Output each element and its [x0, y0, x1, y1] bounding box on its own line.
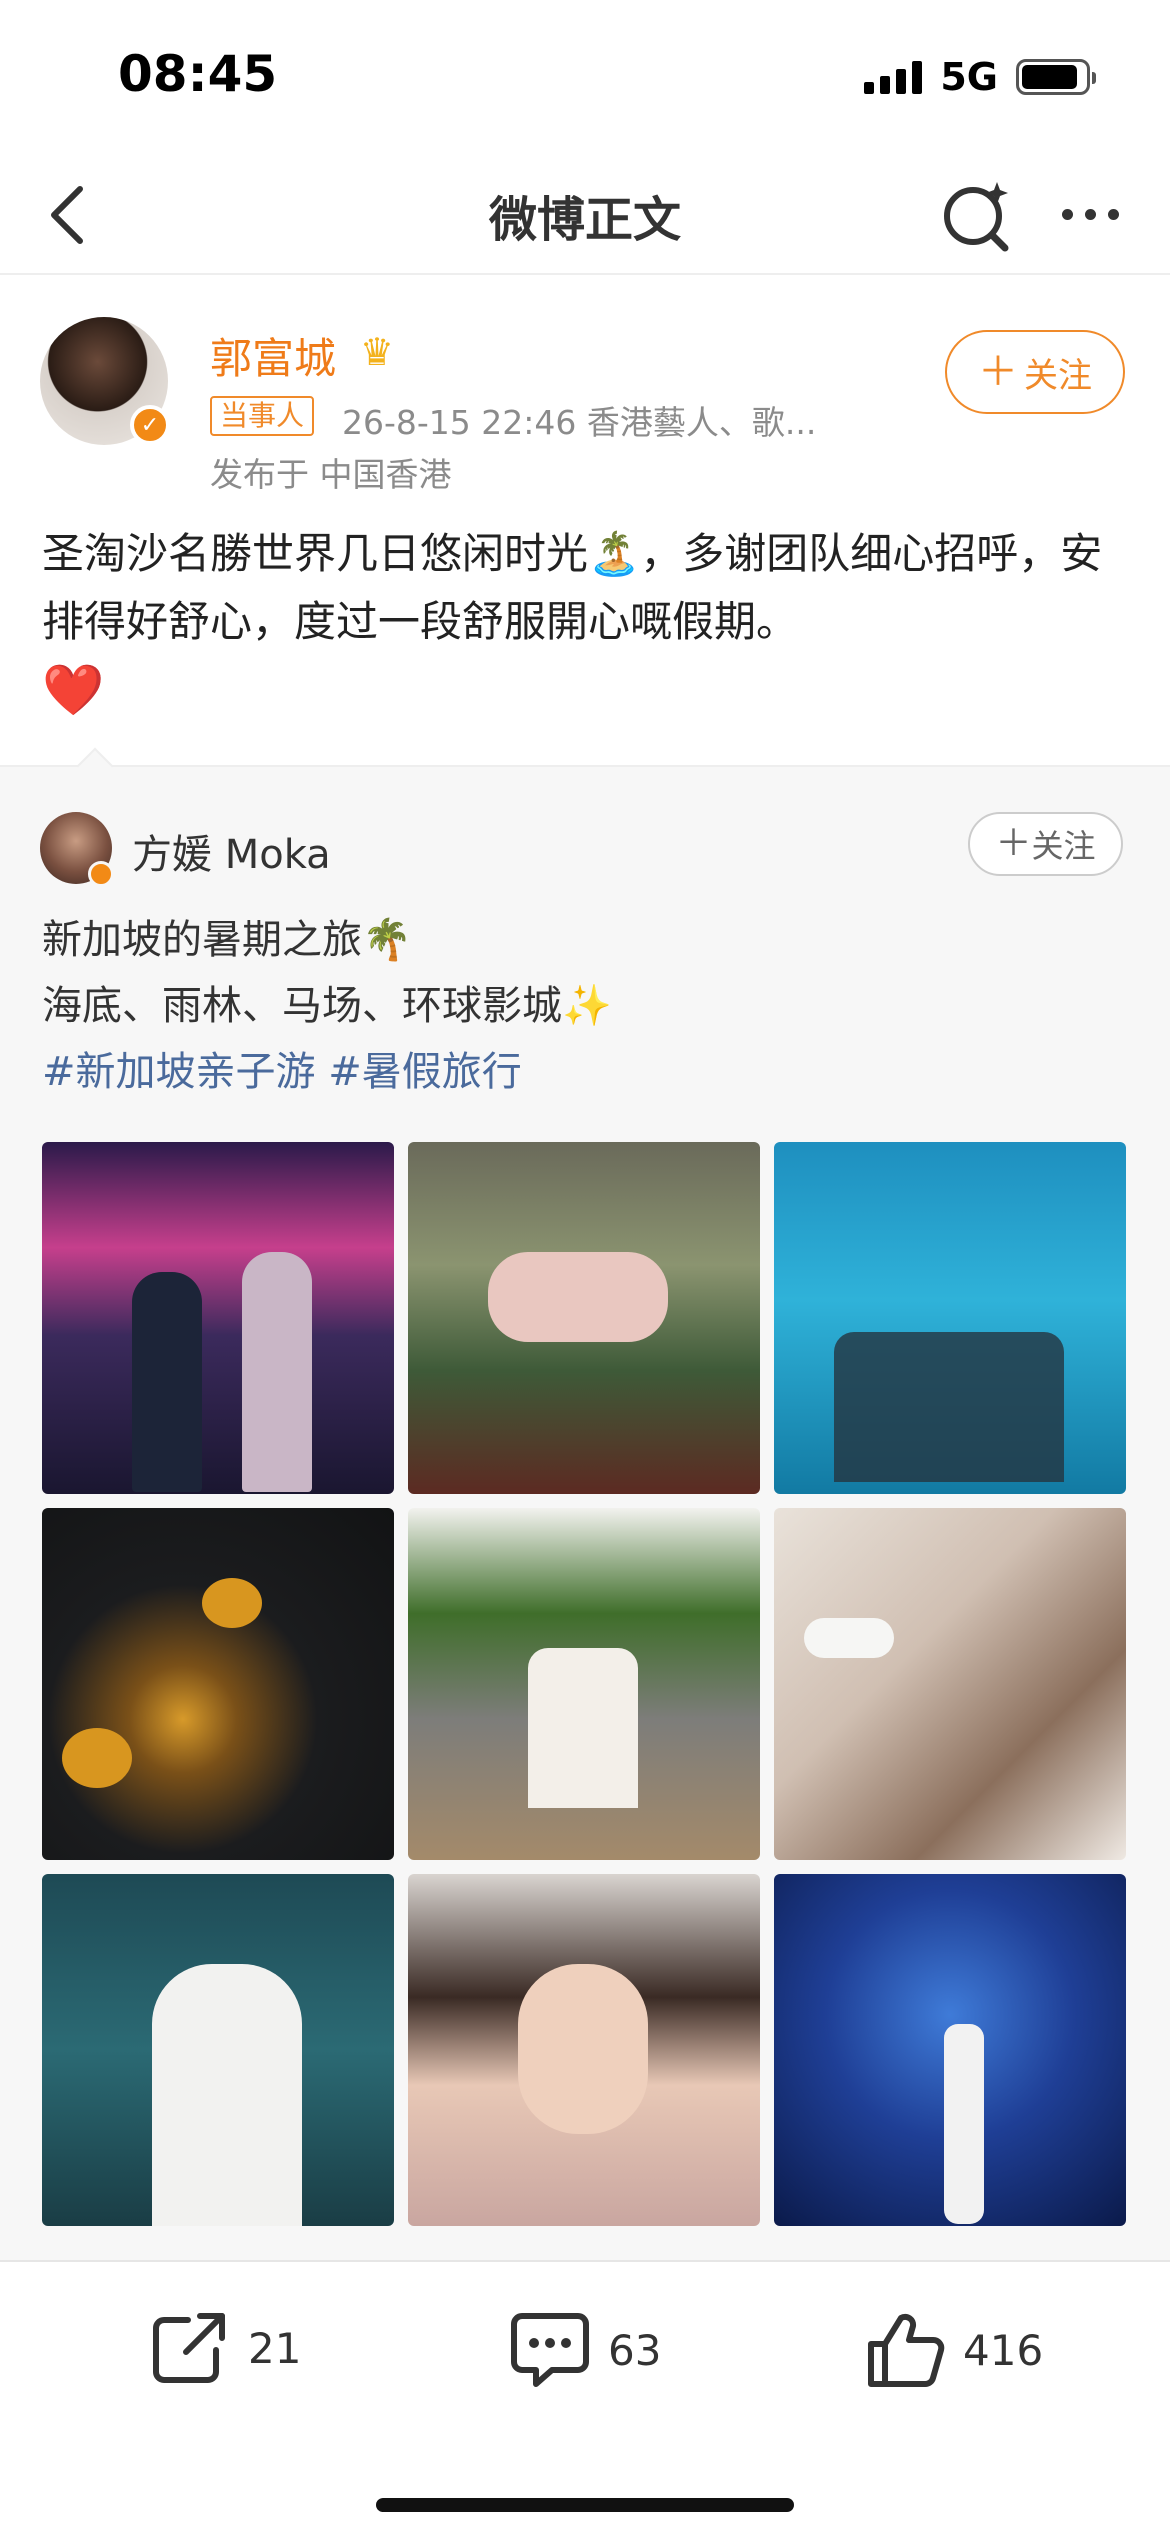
share-button[interactable]: 21: [150, 2310, 301, 2386]
status-bar: 08:45 5G: [0, 0, 1170, 150]
repost-author-name[interactable]: 方媛 Moka: [132, 822, 331, 880]
follow-button[interactable]: ＋ 关注: [945, 330, 1125, 414]
photo-thumbnail[interactable]: [408, 1874, 760, 2226]
photo-thumbnail[interactable]: [42, 1874, 394, 2226]
plus-icon: ＋: [995, 823, 1032, 864]
repost-text: 新加坡的暑期之旅🌴 海底、雨林、马场、环球影城✨ #新加坡亲子游 #暑假旅行: [42, 907, 612, 1105]
comment-button[interactable]: 63: [510, 2310, 661, 2390]
photo-thumbnail[interactable]: [774, 1874, 1126, 2226]
crown-icon: ♛: [360, 330, 395, 374]
status-indicators: 5G: [864, 55, 1096, 99]
hashtag-link[interactable]: #暑假旅行: [328, 1049, 522, 1095]
repost-follow-button[interactable]: ＋ 关注: [968, 812, 1123, 876]
photo-grid: [42, 1142, 1126, 2226]
photo-thumbnail[interactable]: [408, 1142, 760, 1494]
party-tag: 当事人: [210, 396, 315, 436]
post-location: 发布于 中国香港: [210, 455, 452, 494]
share-count: 21: [248, 2323, 302, 2373]
search-button[interactable]: [935, 172, 1020, 257]
network-type: 5G: [940, 55, 998, 99]
follow-label: 关注: [1024, 355, 1092, 396]
more-button[interactable]: [1045, 172, 1135, 257]
heart-emoji: ❤️: [42, 661, 105, 719]
action-bar: 21 63 416: [0, 2260, 1170, 2532]
hashtag-link[interactable]: #新加坡亲子游: [42, 1049, 316, 1095]
post-author: ✓ 郭富城 ♛ 当事人 26-8-15 22:46 香港藝人、歌... 发布于 …: [0, 310, 1170, 510]
post-text: 圣淘沙名勝世界几日悠闲时光🏝️，多谢团队细心招呼，安排得好舒心，度过一段舒服開心…: [42, 529, 1103, 646]
photo-thumbnail[interactable]: [774, 1142, 1126, 1494]
repost-follow-label: 关注: [1031, 827, 1096, 865]
nav-bar: 微博正文: [0, 150, 1170, 275]
share-icon: [153, 2313, 225, 2383]
repost-line-2: 海底、雨林、马场、环球影城✨: [42, 983, 612, 1029]
photo-thumbnail[interactable]: [42, 1508, 394, 1860]
home-indicator[interactable]: [376, 2498, 794, 2512]
verified-badge-icon: [88, 861, 114, 887]
status-time: 08:45: [118, 45, 278, 103]
repost-notch: [76, 747, 114, 785]
repost-card[interactable]: 方媛 Moka ＋ 关注 新加坡的暑期之旅🌴 海底、雨林、马场、环球影城✨ #新…: [0, 747, 1170, 2260]
verified-badge-icon: ✓: [130, 405, 170, 445]
like-count: 416: [963, 2325, 1044, 2375]
comment-count: 63: [608, 2325, 662, 2375]
like-icon: [868, 2313, 945, 2387]
like-button[interactable]: 416: [865, 2310, 1043, 2390]
comment-icon: [511, 2313, 589, 2387]
more-icon: [1061, 209, 1073, 220]
search-icon: [944, 182, 1009, 252]
battery-icon: [1016, 59, 1096, 95]
signal-icon: [864, 60, 923, 94]
post-meta: 26-8-15 22:46 香港藝人、歌...: [342, 403, 817, 442]
author-name[interactable]: 郭富城: [210, 325, 336, 386]
photo-thumbnail[interactable]: [42, 1142, 394, 1494]
post-content: 圣淘沙名勝世界几日悠闲时光🏝️，多谢团队细心招呼，安排得好舒心，度过一段舒服開心…: [42, 520, 1132, 720]
photo-thumbnail[interactable]: [408, 1508, 760, 1860]
photo-thumbnail[interactable]: [774, 1508, 1126, 1860]
repost-line-1: 新加坡的暑期之旅🌴: [42, 917, 412, 963]
plus-icon: ＋: [978, 349, 1018, 395]
